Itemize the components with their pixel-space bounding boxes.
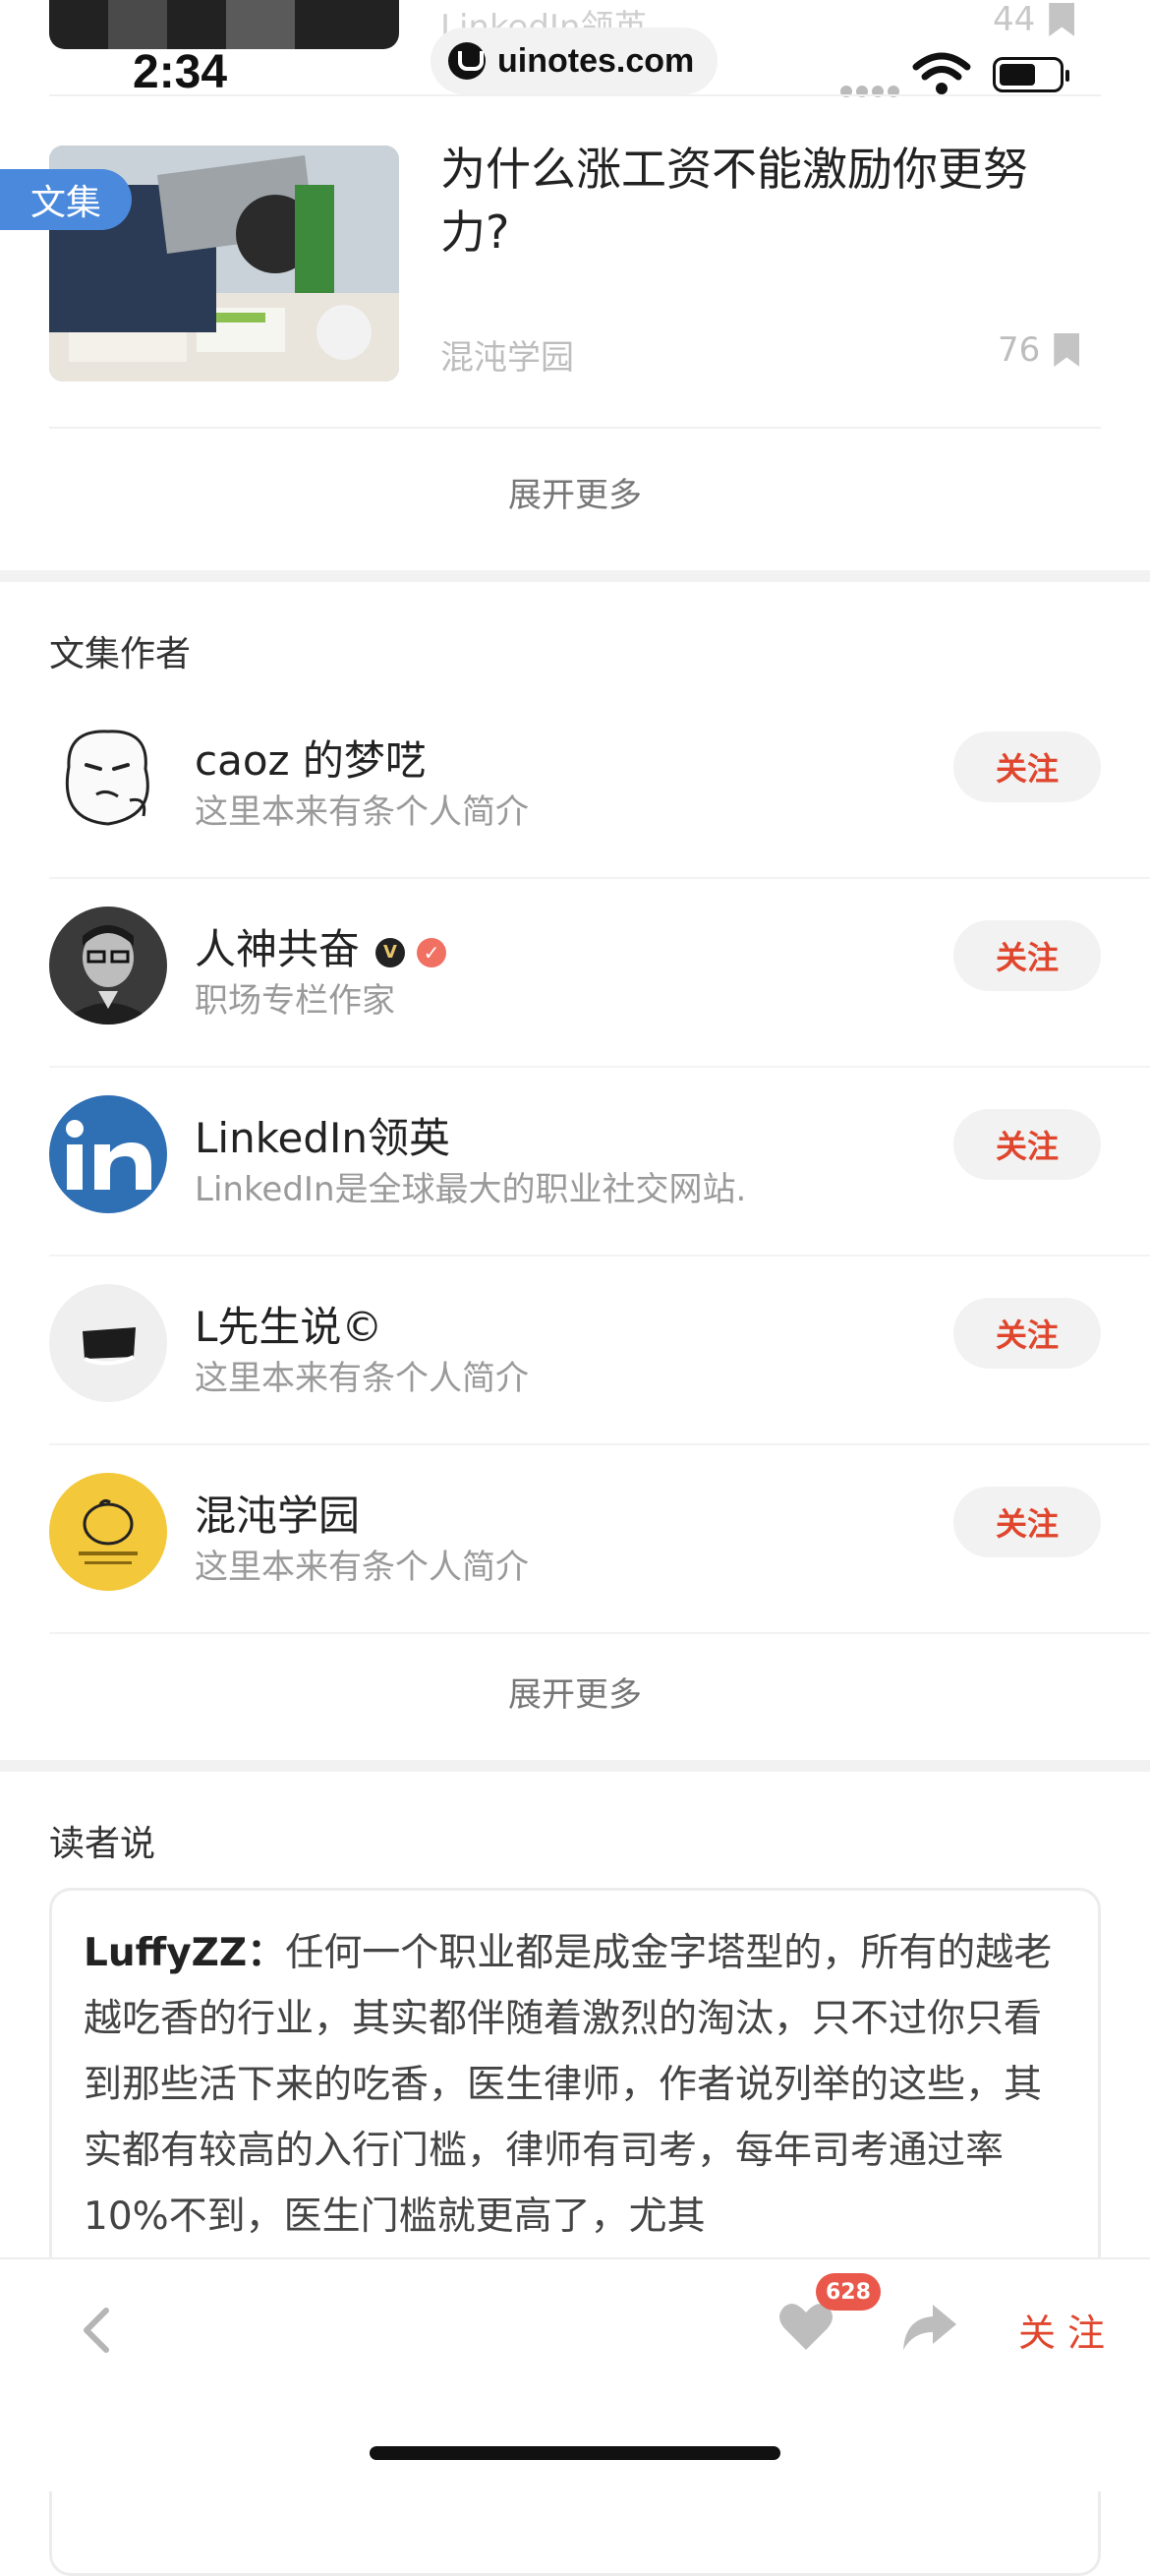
- author-desc: LinkedIn是全球最大的职业社交网站.: [195, 1170, 747, 1209]
- follow-button[interactable]: 关注: [953, 1298, 1101, 1369]
- author-name[interactable]: 人神共奋: [195, 925, 360, 973]
- author-desc: 职场专栏作家: [195, 981, 395, 1021]
- follow-button[interactable]: 关注: [953, 1109, 1101, 1180]
- like-count-badge: 628: [816, 2273, 881, 2311]
- collection-tag: 文集: [0, 169, 132, 230]
- author-row[interactable]: LinkedIn领英 LinkedIn是全球最大的职业社交网站. 关注: [49, 1068, 1150, 1257]
- avatar[interactable]: [49, 1095, 167, 1213]
- uinotes-logo-icon: [448, 42, 486, 80]
- article-count-value: 76: [998, 330, 1041, 370]
- author-name[interactable]: 混沌学园: [195, 1483, 360, 1543]
- article-count: 76: [998, 330, 1080, 370]
- author-desc: 这里本来有条个人简介: [195, 1359, 529, 1398]
- battery-icon: [993, 57, 1069, 92]
- avatar[interactable]: [49, 718, 167, 836]
- author-row[interactable]: 人神共奋 V ✓ 职场专栏作家 关注: [49, 879, 1150, 1068]
- bottom-follow-button[interactable]: 关注: [1018, 2303, 1117, 2357]
- signal-dots-icon: [840, 83, 903, 101]
- avatar[interactable]: [49, 1284, 167, 1402]
- comment-text: 任何一个职业都是成金字塔型的，所有的越老越吃香的行业，其实都伴随着激烈的淘汰，只…: [84, 1931, 1053, 2239]
- articles-expand-more[interactable]: 展开更多: [0, 468, 1150, 516]
- author-row[interactable]: 混沌学园 这里本来有条个人简介 关注: [49, 1445, 1150, 1634]
- comment-username[interactable]: LuffyZZ: [84, 1931, 247, 1975]
- wifi-icon: [912, 52, 971, 94]
- verified-check-icon: ✓: [417, 937, 447, 967]
- article-source[interactable]: 混沌学园: [440, 330, 574, 379]
- comment-separator: ：: [247, 1931, 286, 1975]
- avatar[interactable]: [49, 907, 167, 1025]
- v-badge-icon: V: [375, 937, 406, 967]
- status-time: 2:34: [133, 46, 228, 98]
- authors-section-title: 文集作者: [49, 634, 192, 674]
- avatar[interactable]: [49, 1473, 167, 1591]
- section-gap: [0, 1760, 1150, 1772]
- home-indicator: [370, 2446, 780, 2460]
- bookmark-icon[interactable]: [1054, 333, 1080, 367]
- divider: [49, 94, 1101, 96]
- author-row[interactable]: caoz 的梦呓 这里本来有条个人简介 关注: [49, 690, 1150, 879]
- follow-button[interactable]: 关注: [953, 732, 1101, 802]
- author-desc: 这里本来有条个人简介: [195, 1548, 529, 1587]
- follow-button[interactable]: 关注: [953, 920, 1101, 991]
- author-name[interactable]: L先生说©: [195, 1294, 382, 1354]
- author-desc: 这里本来有条个人简介: [195, 792, 529, 832]
- bookmark-icon[interactable]: [1049, 3, 1075, 36]
- reader-section-title: 读者说: [49, 1824, 156, 1864]
- section-gap: [0, 570, 1150, 582]
- author-row[interactable]: L先生说© 这里本来有条个人简介 关注: [49, 1257, 1150, 1445]
- share-icon[interactable]: [899, 2299, 958, 2354]
- hundun-logo-icon: [49, 1473, 167, 1591]
- author-name[interactable]: LinkedIn领英: [195, 1105, 450, 1165]
- partial-article-count-value: 44: [993, 0, 1036, 39]
- linkedin-logo-icon: [49, 1095, 167, 1213]
- authors-expand-more[interactable]: 展开更多: [0, 1668, 1150, 1716]
- partial-article-count: 44: [993, 0, 1075, 39]
- back-chevron-icon[interactable]: [69, 2301, 128, 2360]
- author-name-wrap: 人神共奋 V ✓: [195, 916, 447, 976]
- bottom-toolbar: 628 关注: [0, 2257, 1150, 2491]
- author-name[interactable]: caoz 的梦呓: [195, 728, 427, 788]
- follow-button[interactable]: 关注: [953, 1487, 1101, 1557]
- partial-article-thumbnail[interactable]: [49, 0, 399, 49]
- url-text: uinotes.com: [497, 41, 695, 80]
- url-pill[interactable]: uinotes.com: [431, 28, 718, 94]
- article-title[interactable]: 为什么涨工资不能激励你更努力?: [440, 138, 1089, 263]
- divider: [49, 427, 1101, 429]
- divider: [49, 1632, 1150, 1634]
